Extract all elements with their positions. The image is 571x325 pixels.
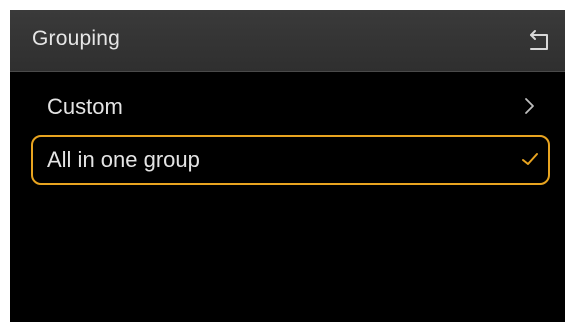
- checkmark-icon: [522, 153, 538, 165]
- option-custom[interactable]: Custom: [31, 82, 550, 132]
- chevron-right-icon: [525, 98, 534, 114]
- grouping-screen: Grouping Custom All in one group: [10, 10, 565, 322]
- header-bar: Grouping: [10, 10, 565, 72]
- option-all-in-one-group[interactable]: All in one group: [31, 135, 550, 185]
- page-title: Grouping: [32, 27, 120, 50]
- back-arrow-icon: [530, 30, 548, 50]
- option-custom-label: Custom: [47, 94, 123, 119]
- option-all-in-one-group-label: All in one group: [47, 147, 200, 172]
- back-button[interactable]: [523, 24, 555, 56]
